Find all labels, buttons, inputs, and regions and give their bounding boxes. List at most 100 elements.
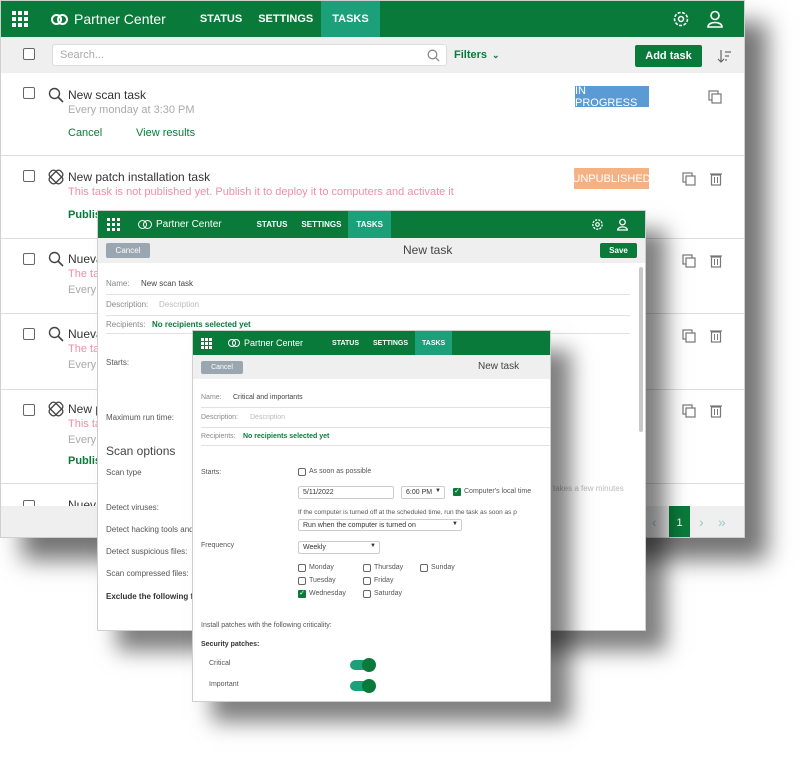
task-row[interactable]: New scan task Every monday at 3:30 PM Ca… <box>1 73 744 156</box>
cancel-link[interactable]: Cancel <box>68 127 102 139</box>
nav-tasks[interactable]: TASKS <box>348 211 391 238</box>
sort-icon[interactable] <box>717 49 732 63</box>
nav-settings[interactable]: SETTINGS <box>294 211 348 238</box>
row-checkbox[interactable] <box>23 253 35 265</box>
detect-hacking-label: Detect hacking tools and <box>106 525 194 534</box>
search-icon <box>48 326 64 342</box>
apps-grid-icon[interactable] <box>12 11 28 27</box>
critical-label: Critical <box>209 660 231 667</box>
chevron-down-icon: ⌄ <box>492 49 500 60</box>
view-results-link[interactable]: View results <box>136 127 195 139</box>
wednesday-label: Wednesday <box>309 590 346 597</box>
critical-toggle[interactable] <box>350 658 376 672</box>
last-page-icon[interactable]: » <box>718 514 726 530</box>
frequency-select[interactable]: Weekly ▼ <box>298 541 380 554</box>
select-all-checkbox[interactable] <box>23 48 35 60</box>
trash-icon[interactable] <box>710 172 722 186</box>
side-note: takes a few minutes <box>553 484 624 493</box>
row-checkbox[interactable] <box>23 328 35 340</box>
task-title[interactable]: New patch installation task <box>68 170 210 184</box>
add-task-button[interactable]: Add task <box>635 45 702 67</box>
gear-icon[interactable] <box>672 10 690 28</box>
task-subtitle: This task is not published yet. Publish … <box>68 186 454 198</box>
form-heading: New task <box>403 243 453 257</box>
filters-button[interactable]: Filters ⌄ <box>454 49 500 61</box>
thursday-checkbox[interactable] <box>363 564 371 572</box>
date-value: 5/11/2022 <box>303 489 334 496</box>
name-label: Name: <box>201 394 222 401</box>
row-checkbox[interactable] <box>23 170 35 182</box>
apps-grid-icon[interactable] <box>107 218 120 231</box>
top-navbar: Partner Center STATUS SETTINGS TASKS <box>193 331 550 355</box>
row-checkbox[interactable] <box>23 404 35 416</box>
recipients-link[interactable]: No recipients selected yet <box>152 320 251 329</box>
task-subtitle: The ta <box>68 268 100 280</box>
date-input[interactable]: 5/11/2022 <box>298 486 394 499</box>
nav-settings[interactable]: SETTINGS <box>250 1 321 37</box>
recipients-label: Recipients: <box>106 320 146 329</box>
exclude-label: Exclude the following file <box>106 592 203 601</box>
thursday-label: Thursday <box>374 564 404 571</box>
monday-checkbox[interactable] <box>298 564 306 572</box>
apps-grid-icon[interactable] <box>201 337 212 349</box>
top-navbar: Partner Center STATUS SETTINGS TASKS <box>98 211 645 238</box>
nav-settings[interactable]: SETTINGS <box>366 331 415 355</box>
row-checkbox[interactable] <box>23 87 35 99</box>
cancel-button[interactable]: Cancel <box>201 361 243 374</box>
brand-rings-icon <box>51 13 68 25</box>
description-field[interactable]: Description <box>159 300 199 309</box>
name-value[interactable]: New scan task <box>141 279 193 288</box>
description-field[interactable]: Description <box>250 414 285 421</box>
tuesday-checkbox[interactable] <box>298 577 306 585</box>
starts-label: Starts: <box>106 358 130 367</box>
nav-tasks[interactable]: TASKS <box>415 331 453 355</box>
trash-icon[interactable] <box>710 404 722 418</box>
save-button[interactable]: Save <box>600 243 637 258</box>
form-heading: New task <box>478 361 520 372</box>
brand-name: Partner Center <box>74 11 166 27</box>
brand-rings-icon <box>228 339 240 347</box>
scrollbar[interactable] <box>639 267 643 432</box>
gear-icon[interactable] <box>591 218 604 231</box>
recipients-link[interactable]: No recipients selected yet <box>243 433 329 440</box>
sunday-checkbox[interactable] <box>420 564 428 572</box>
saturday-checkbox[interactable] <box>363 590 371 598</box>
wednesday-checkbox[interactable]: ✓ <box>298 590 306 598</box>
monday-label: Monday <box>309 564 334 571</box>
user-icon[interactable] <box>707 10 723 28</box>
page-number[interactable]: 1 <box>669 506 690 537</box>
copy-icon[interactable] <box>682 172 696 186</box>
important-toggle[interactable] <box>350 679 376 693</box>
name-value[interactable]: Critical and importants <box>233 394 303 401</box>
nav-status[interactable]: STATUS <box>325 331 366 355</box>
copy-icon[interactable] <box>682 329 696 343</box>
brand-logo[interactable]: Partner Center <box>228 338 303 348</box>
nav-tasks[interactable]: TASKS <box>321 1 380 37</box>
run-when-value: Run when the computer is turned on <box>303 521 416 529</box>
scan-options-heading: Scan options <box>106 444 176 458</box>
filters-label: Filters <box>454 49 488 61</box>
cancel-button[interactable]: Cancel <box>106 243 150 258</box>
friday-checkbox[interactable] <box>363 577 371 585</box>
trash-icon[interactable] <box>710 329 722 343</box>
copy-icon[interactable] <box>708 90 722 104</box>
run-when-select[interactable]: Run when the computer is turned on ▼ <box>298 519 462 531</box>
brand-logo[interactable]: Partner Center <box>51 11 166 27</box>
user-icon[interactable] <box>617 218 628 231</box>
time-select[interactable]: 6:00 PM ▼ <box>401 486 445 499</box>
next-page-icon[interactable]: › <box>699 514 704 530</box>
local-time-checkbox[interactable]: ✓ <box>453 488 461 496</box>
asap-checkbox[interactable] <box>298 468 306 476</box>
nav-status[interactable]: STATUS <box>250 211 295 238</box>
task-title[interactable]: New scan task <box>68 88 146 102</box>
trash-icon[interactable] <box>710 254 722 268</box>
search-input[interactable]: Search... <box>52 44 447 66</box>
nav-status[interactable]: STATUS <box>192 1 250 37</box>
frequency-value: Weekly <box>303 544 326 551</box>
copy-icon[interactable] <box>682 254 696 268</box>
search-icon <box>48 87 64 103</box>
brand-logo[interactable]: Partner Center <box>138 219 222 230</box>
copy-icon[interactable] <box>682 404 696 418</box>
task-schedule: Every <box>68 284 97 296</box>
prev-page-icon[interactable]: ‹ <box>652 514 657 530</box>
